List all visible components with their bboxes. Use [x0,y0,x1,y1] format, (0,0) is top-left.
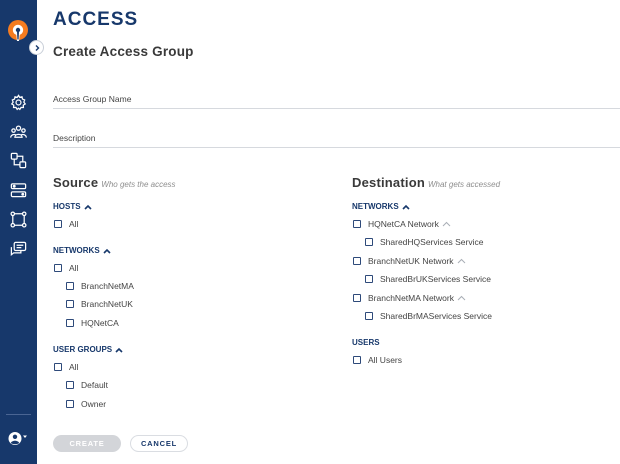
source-user-groups-all-label: All [69,362,79,372]
source-networks-all-checkbox[interactable] [54,264,62,272]
source-network-checkbox-hqnetca[interactable] [66,319,74,327]
source-user-group-checkbox-default[interactable] [66,381,74,389]
source-hint: Who gets the access [101,180,176,189]
description-input[interactable] [53,128,620,147]
source-network-option: HQNetCA [66,317,119,329]
destination-networks-toggle[interactable]: NETWORKS [352,202,410,211]
source-heading-label: Source [53,175,99,190]
sidebar-divider [6,414,31,415]
destination-heading-label: Destination [352,175,425,190]
source-networks-all-option: All [54,262,78,274]
source-network-option: BranchNetMA [66,280,134,292]
source-user-groups-label: USER GROUPS [53,345,113,354]
source-hosts-label: HOSTS [53,202,81,211]
openvpn-logo-icon [8,20,28,41]
chevron-up-icon [115,347,123,353]
chevron-up-icon[interactable] [457,258,466,264]
destination-network-label: BranchNetUK Network [368,256,454,266]
cancel-button[interactable]: CANCEL [130,435,188,452]
source-user-group-label: Default [81,380,108,390]
destination-service-label: SharedBrMAServices Service [380,311,492,321]
source-network-label: BranchNetUK [81,299,133,309]
page-subtitle: Create Access Group [53,44,194,59]
destination-service-option: SharedBrUKServices Service [365,273,491,285]
source-hosts-all-label: All [69,219,79,229]
source-user-group-checkbox-owner[interactable] [66,400,74,408]
chevron-up-icon [402,204,410,210]
chevron-up-icon[interactable] [457,295,466,301]
source-user-group-label: Owner [81,399,107,409]
source-hosts-all-option: All [54,218,78,230]
destination-users-label: USERS [352,338,380,347]
source-network-label: BranchNetMA [81,281,134,291]
account-icon[interactable] [7,429,29,448]
settings-icon[interactable] [9,93,28,112]
sidebar [0,0,37,464]
destination-service-label: SharedBrUKServices Service [380,274,492,284]
access-group-name-field[interactable] [53,89,620,109]
source-heading: Source Who gets the access [53,175,176,190]
sidebar-expand-button[interactable] [29,40,44,55]
destination-all-users-checkbox[interactable] [353,356,361,364]
create-button[interactable]: CREATE [53,435,121,452]
destination-network-checkbox-branchnetma[interactable] [353,294,361,302]
destination-service-checkbox-sharedbrma[interactable] [365,312,373,320]
source-user-group-option: Default [66,379,108,391]
source-networks-all-label: All [69,263,79,273]
source-user-group-option: Owner [66,398,106,410]
destination-service-option: SharedBrMAServices Service [365,310,492,322]
destination-service-option: SharedHQServices Service [365,236,483,248]
users-icon[interactable] [9,122,28,141]
source-user-groups-all-option: All [54,361,78,373]
destination-network-label: HQNetCA Network [368,219,439,229]
destination-service-label: SharedHQServices Service [380,237,484,247]
source-hosts-all-checkbox[interactable] [54,220,62,228]
destination-networks-label: NETWORKS [352,202,399,211]
destination-service-checkbox-sharedbruk[interactable] [365,275,373,283]
destination-network-option: BranchNetUK Network [353,255,466,267]
access-group-name-input[interactable] [53,89,620,108]
source-user-groups-all-checkbox[interactable] [54,363,62,371]
description-field[interactable] [53,128,620,148]
source-network-checkbox-branchnetuk[interactable] [66,300,74,308]
destination-network-label: BranchNetMA Network [368,293,454,303]
page-title: ACCESS [53,9,139,30]
access-groups-icon[interactable] [9,151,28,170]
destination-heading: Destination What gets accessed [352,175,500,190]
source-network-label: HQNetCA [81,318,119,328]
chevron-right-icon [35,44,39,51]
destination-network-option: HQNetCA Network [353,218,451,230]
source-network-checkbox-branchnetma[interactable] [66,282,74,290]
destination-hint: What gets accessed [427,180,501,189]
source-networks-toggle[interactable]: NETWORKS [53,246,111,255]
source-user-groups-toggle[interactable]: USER GROUPS [53,345,123,354]
messages-icon[interactable] [9,240,28,259]
network-icon[interactable] [9,210,28,229]
chevron-up-icon [83,204,92,210]
source-network-option: BranchNetUK [66,298,133,310]
services-icon[interactable] [9,181,28,200]
destination-all-users-label: All Users [368,355,403,365]
destination-network-checkbox-hqnetca[interactable] [353,220,361,228]
source-networks-label: NETWORKS [53,246,100,255]
chevron-up-icon [103,248,111,254]
chevron-up-icon[interactable] [442,221,451,227]
destination-service-checkbox-sharedhq[interactable] [365,238,373,246]
destination-all-users-option: All Users [353,354,402,366]
source-hosts-toggle[interactable]: HOSTS [53,202,92,211]
destination-network-option: BranchNetMA Network [353,292,466,304]
destination-network-checkbox-branchnetuk[interactable] [353,257,361,265]
